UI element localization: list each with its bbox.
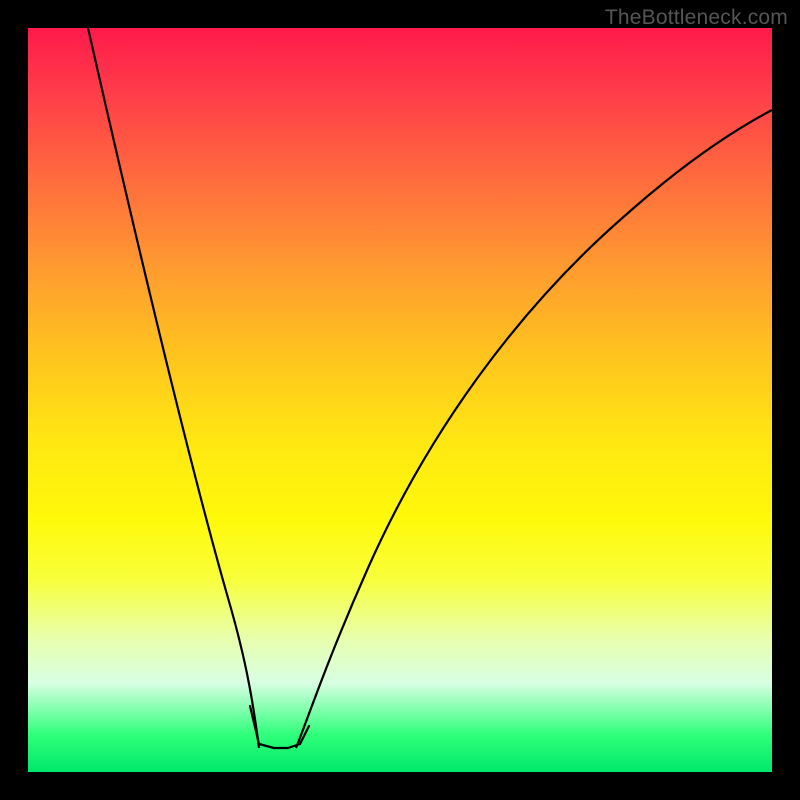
bottom-marker xyxy=(250,706,309,748)
watermark-text: TheBottleneck.com xyxy=(605,6,788,30)
plot-area xyxy=(28,28,772,772)
curve-left xyxy=(88,28,259,748)
chart-canvas xyxy=(28,28,772,772)
curve-right xyxy=(296,110,772,748)
